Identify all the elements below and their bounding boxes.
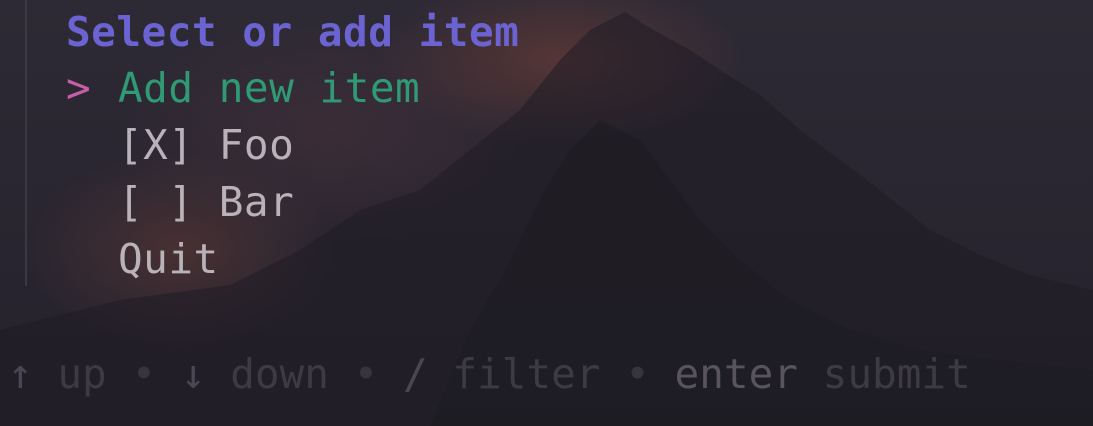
selection-cursor: >: [66, 64, 91, 112]
help-separator: •: [625, 350, 650, 398]
help-desc-up: up: [57, 350, 107, 398]
option-bar[interactable]: [ ] Bar: [118, 174, 294, 230]
help-separator: •: [353, 350, 379, 398]
help-desc-down: down: [230, 350, 329, 398]
help-key-filter: /: [403, 350, 428, 398]
option-quit[interactable]: Quit: [118, 231, 219, 287]
terminal-window: Select or add item > Add new item [X] Fo…: [0, 0, 1093, 426]
down-arrow-icon: ↓: [180, 350, 206, 398]
help-desc-submit: submit: [822, 350, 971, 398]
help-key-enter: enter: [674, 350, 798, 398]
prompt-border: [25, 0, 27, 286]
option-foo[interactable]: [X] Foo: [118, 117, 294, 173]
prompt-title: Select or add item: [66, 8, 520, 56]
help-desc-filter: filter: [452, 350, 601, 398]
option-add-new-item[interactable]: Add new item: [118, 60, 420, 116]
help-separator: •: [131, 350, 157, 398]
up-arrow-icon: ↑: [8, 350, 33, 398]
help-bar: ↑ up • ↓ down • / filter • enter submit: [8, 346, 971, 402]
